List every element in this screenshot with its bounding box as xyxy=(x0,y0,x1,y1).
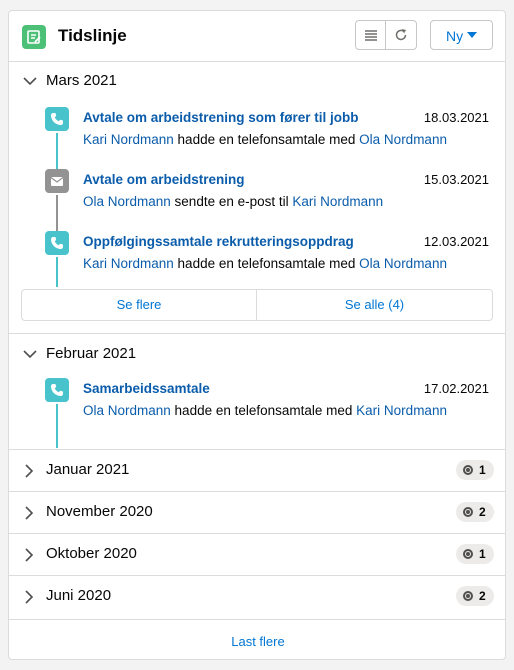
actor-link[interactable]: Ola Nordmann xyxy=(83,194,171,209)
activity-count-badge: 2 xyxy=(456,502,494,522)
timeline-icon xyxy=(22,25,46,49)
activity-dot-icon xyxy=(463,591,473,601)
phone-icon xyxy=(45,378,69,402)
activity-subject-link[interactable]: Avtale om arbeidstrening xyxy=(83,172,245,187)
activity-date: 15.03.2021 xyxy=(423,172,489,187)
target-link[interactable]: Kari Nordmann xyxy=(356,403,447,418)
activity-verb: hadde en telefonsamtale med xyxy=(173,256,360,271)
activity-count: 2 xyxy=(479,589,486,603)
target-link[interactable]: Kari Nordmann xyxy=(292,194,383,209)
month-toggle-mars-2021[interactable]: Mars 2021 xyxy=(9,61,505,101)
activity-dot-icon xyxy=(463,507,473,517)
list-icon xyxy=(365,30,377,41)
activity-dot-icon xyxy=(463,549,473,559)
month-toggle-november-2020[interactable]: November 2020 2 xyxy=(9,492,505,532)
activity-count: 2 xyxy=(479,505,486,519)
month-label: Oktober 2020 xyxy=(46,545,137,562)
view-button-group xyxy=(355,20,417,50)
activity-description: Kari Nordmann hadde en telefonsamtale me… xyxy=(83,132,447,147)
activity-description: Kari Nordmann hadde en telefonsamtale me… xyxy=(83,256,447,271)
target-link[interactable]: Ola Nordmann xyxy=(359,132,447,147)
actor-link[interactable]: Kari Nordmann xyxy=(83,132,174,147)
see-more-button[interactable]: Se flere xyxy=(22,290,257,320)
month-toggle-februar-2021[interactable]: Februar 2021 xyxy=(9,334,505,374)
activity-date: 18.03.2021 xyxy=(423,110,489,125)
phone-icon xyxy=(45,107,69,131)
activity-date: 12.03.2021 xyxy=(423,234,489,249)
new-button-label: Ny xyxy=(446,28,464,44)
activity-count-badge: 1 xyxy=(456,544,494,564)
month-toggle-januar-2021[interactable]: Januar 2021 1 xyxy=(9,450,505,490)
see-all-button[interactable]: Se alle (4) xyxy=(257,290,492,320)
timeline-connector xyxy=(56,404,58,448)
timeline-item: Samarbeidssamtale 17.02.2021 Ola Nordman… xyxy=(9,378,505,448)
envelope-icon xyxy=(45,169,69,193)
chevron-right-icon xyxy=(25,464,34,478)
new-button[interactable]: Ny xyxy=(430,20,493,50)
month-label: November 2020 xyxy=(46,503,153,520)
actor-link[interactable]: Ola Nordmann xyxy=(83,403,171,418)
chevron-right-icon xyxy=(25,506,34,520)
activity-date: 17.02.2021 xyxy=(423,381,489,396)
page-title: Tidslinje xyxy=(58,26,127,45)
month-label: Mars 2021 xyxy=(46,72,117,89)
chevron-down-icon xyxy=(23,77,37,86)
month-toggle-juni-2020[interactable]: Juni 2020 2 xyxy=(9,576,505,616)
activity-verb: hadde en telefonsamtale med xyxy=(170,403,357,418)
month-toggle-oktober-2020[interactable]: Oktober 2020 1 xyxy=(9,534,505,574)
activity-dot-icon xyxy=(463,465,473,475)
see-more-bar: Se flere Se alle (4) xyxy=(21,289,493,321)
refresh-button[interactable] xyxy=(386,21,416,49)
phone-icon xyxy=(45,231,69,255)
activity-count: 1 xyxy=(479,547,486,561)
timeline-item: Avtale om arbeidstrening 15.03.2021 Ola … xyxy=(9,169,505,233)
timeline-card: Tidslinje Ny Mars 2021 Avtale om arbeids… xyxy=(8,10,506,660)
activity-count-badge: 1 xyxy=(456,460,494,480)
activity-count: 1 xyxy=(479,463,486,477)
chevron-right-icon xyxy=(25,548,34,562)
activity-description: Ola Nordmann sendte en e-post til Kari N… xyxy=(83,194,383,209)
chevron-down-icon xyxy=(23,350,37,359)
month-label: Juni 2020 xyxy=(46,587,112,604)
timeline-connector xyxy=(56,257,58,287)
card-header: Tidslinje Ny xyxy=(9,11,505,61)
month-label: Februar 2021 xyxy=(46,345,137,362)
timeline-connector xyxy=(56,195,58,233)
caret-down-icon xyxy=(467,32,477,38)
month-label: Januar 2021 xyxy=(46,461,130,478)
activity-subject-link[interactable]: Avtale om arbeidstrening som fører til j… xyxy=(83,110,359,125)
card-footer: Last flere xyxy=(9,619,505,659)
timeline-item: Oppfølgingssamtale rekrutteringsoppdrag … xyxy=(9,231,505,293)
activity-description: Ola Nordmann hadde en telefonsamtale med… xyxy=(83,403,447,418)
activity-count-badge: 2 xyxy=(456,586,494,606)
chevron-right-icon xyxy=(25,590,34,604)
load-more-link[interactable]: Last flere xyxy=(9,634,505,649)
activity-verb: hadde en telefonsamtale med xyxy=(173,132,360,147)
timeline-item: Avtale om arbeidstrening som fører til j… xyxy=(9,107,505,171)
target-link[interactable]: Ola Nordmann xyxy=(359,256,447,271)
actor-link[interactable]: Kari Nordmann xyxy=(83,256,174,271)
activity-verb: sendte en e-post til xyxy=(170,194,293,209)
activity-subject-link[interactable]: Oppfølgingssamtale rekrutteringsoppdrag xyxy=(83,234,354,249)
activity-subject-link[interactable]: Samarbeidssamtale xyxy=(83,381,210,396)
timeline-connector xyxy=(56,133,58,171)
filter-list-button[interactable] xyxy=(356,21,386,49)
refresh-icon xyxy=(395,29,407,41)
